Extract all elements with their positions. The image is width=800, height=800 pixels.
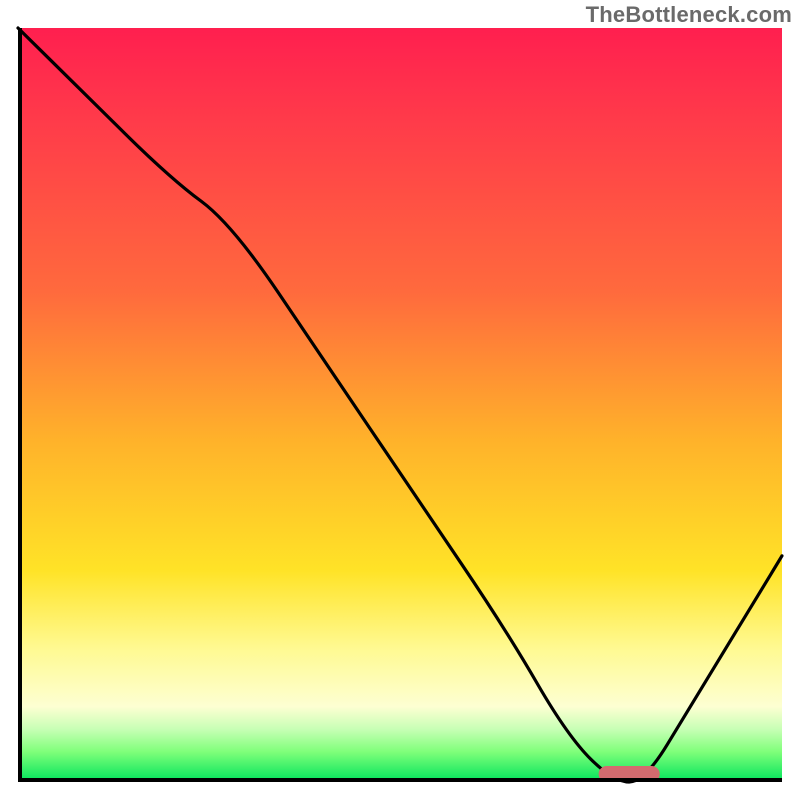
chart-container: TheBottleneck.com — [0, 0, 800, 800]
optimal-range-marker — [599, 766, 660, 782]
plot-area — [18, 28, 782, 782]
curve-svg — [18, 28, 782, 782]
watermark-text: TheBottleneck.com — [586, 2, 792, 28]
bottleneck-curve — [18, 28, 782, 782]
